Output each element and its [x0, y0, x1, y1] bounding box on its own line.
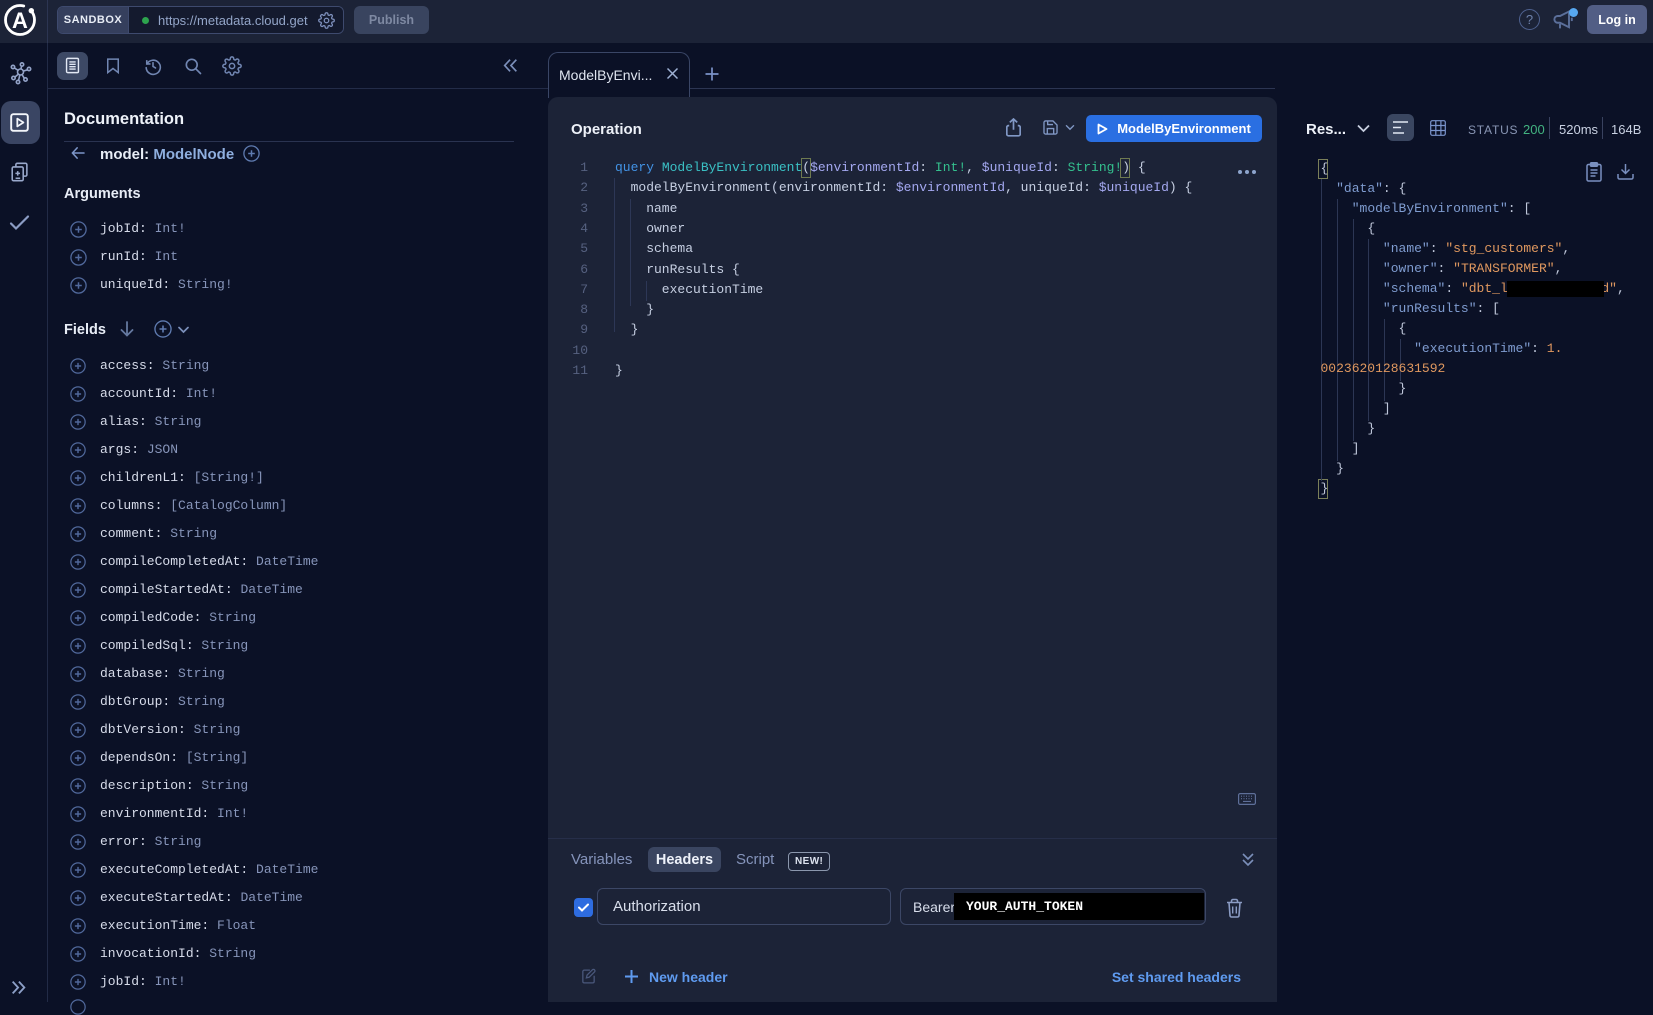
svg-text:A: A: [12, 8, 28, 33]
